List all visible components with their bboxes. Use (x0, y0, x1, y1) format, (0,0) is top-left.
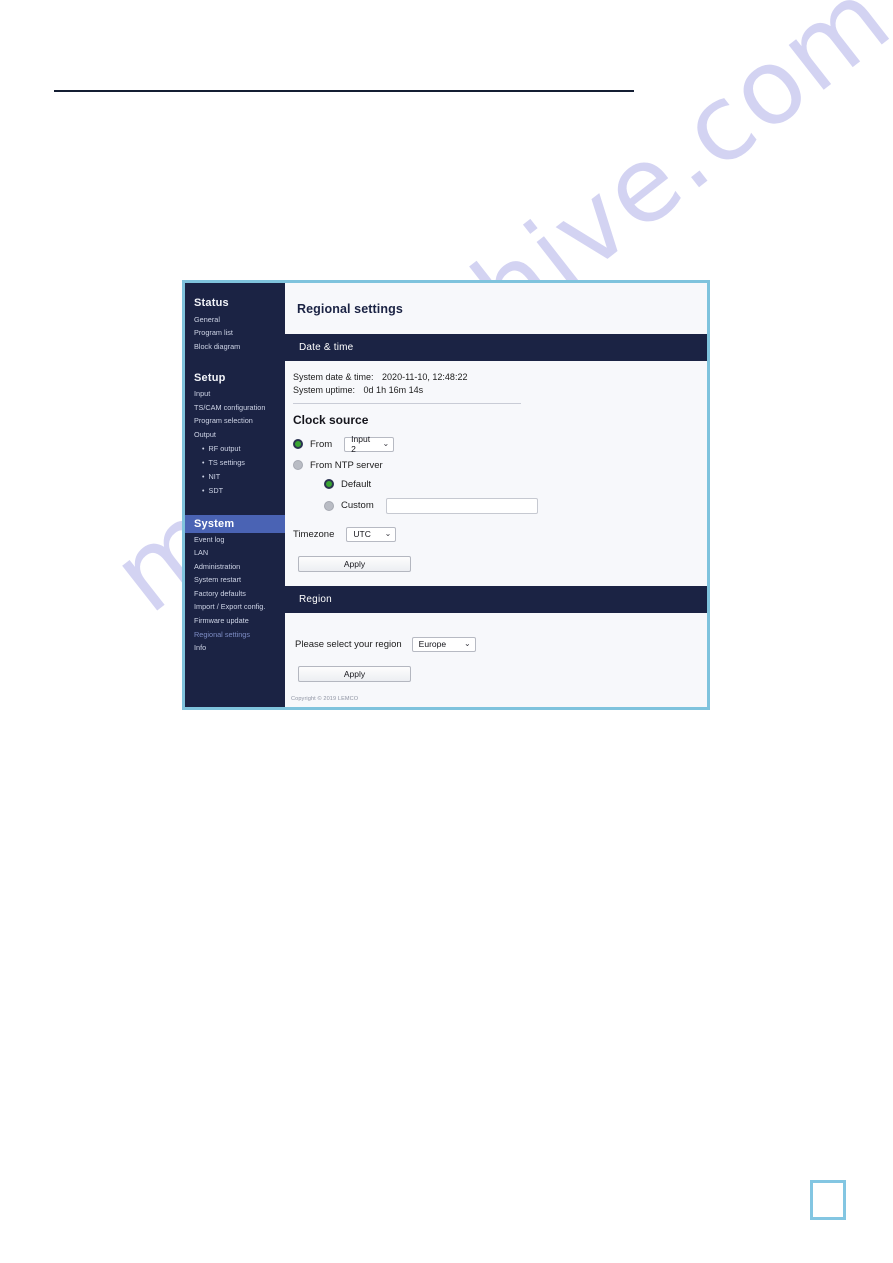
system-datetime-value: 2020-11-10, 12:48:22 (382, 371, 468, 382)
radio-ntp-default-icon[interactable] (324, 479, 334, 490)
clock-source-input-select-value: Input 2 (351, 434, 371, 455)
page-header-rule (54, 90, 634, 92)
sidebar-item-program-list[interactable]: Program list (185, 327, 285, 341)
system-uptime-value: 0d 1h 16m 14s (363, 384, 424, 395)
sidebar-item-ts-settings[interactable]: TS settings (185, 456, 285, 470)
sidebar-item-event-log[interactable]: Event log (185, 533, 285, 547)
radio-from-ntp-label: From NTP server (310, 459, 383, 471)
ntp-custom-row[interactable]: Custom (324, 497, 707, 514)
system-uptime-label: System uptime: (293, 384, 356, 395)
timezone-select-value: UTC (353, 529, 371, 540)
radio-from-icon[interactable] (293, 439, 303, 450)
system-uptime-row: System uptime: 0d 1h 16m 14s (293, 384, 707, 397)
region-label: Please select your region (295, 638, 402, 650)
sidebar-item-regional-settings[interactable]: Regional settings (185, 628, 285, 642)
region-select-row: Please select your region Europe ⌄ (295, 636, 707, 652)
timezone-label: Timezone (293, 528, 335, 540)
region-section-body: Please select your region Europe ⌄ Apply (285, 613, 707, 682)
radio-from-ntp-icon[interactable] (293, 460, 303, 471)
page-title: Regional settings (285, 291, 707, 326)
sidebar-item-firmware-update[interactable]: Firmware update (185, 614, 285, 628)
radio-ntp-default-label: Default (341, 478, 372, 490)
ntp-default-row[interactable]: Default (324, 479, 707, 490)
sidebar-item-system-restart[interactable]: System restart (185, 574, 285, 588)
timezone-select[interactable]: UTC ⌄ (346, 526, 397, 542)
radio-ntp-custom-icon[interactable] (324, 500, 334, 511)
main-content: Regional settings Date & time System dat… (285, 283, 707, 707)
copyright-text: Copyright © 2019 LEMCO (291, 696, 359, 702)
sidebar-item-program-selection[interactable]: Program selection (185, 415, 285, 429)
sidebar-item-output[interactable]: Output (185, 428, 285, 442)
date-time-section-body: System date & time: 2020-11-10, 12:48:22… (285, 361, 707, 572)
radio-from-label: From (310, 438, 333, 450)
section-band-date-time: Date & time (285, 333, 707, 361)
sidebar-item-import-export-config[interactable]: Import / Export config. (185, 601, 285, 615)
clock-source-from-row[interactable]: From Input 2 ⌄ (293, 434, 707, 455)
sidebar-item-ts-cam-configuration[interactable]: TS/CAM configuration (185, 401, 285, 415)
sidebar-heading-setup: Setup (194, 371, 226, 384)
chevron-down-icon: ⌄ (382, 439, 390, 449)
region-select[interactable]: Europe ⌄ (411, 636, 476, 652)
clock-source-title: Clock source (293, 412, 369, 427)
sidebar-item-info[interactable]: Info (185, 642, 285, 656)
device-web-ui-panel: Status General Program list Block diagra… (182, 280, 710, 710)
chevron-down-icon: ⌄ (384, 529, 392, 539)
sidebar-item-general[interactable]: General (185, 313, 285, 327)
clock-source-input-select[interactable]: Input 2 ⌄ (344, 434, 395, 455)
sidebar-item-nit[interactable]: NIT (185, 471, 285, 485)
sidebar-item-sdt[interactable]: SDT (185, 485, 285, 499)
timezone-row: Timezone UTC ⌄ (293, 526, 707, 542)
date-time-apply-button[interactable]: Apply (298, 555, 411, 572)
sidebar-item-input[interactable]: Input (185, 388, 285, 402)
sidebar-heading-status: Status (194, 297, 229, 309)
section-band-region: Region (285, 585, 707, 613)
sidebar-item-rf-output[interactable]: RF output (185, 442, 285, 456)
sidebar-heading-system[interactable]: System (185, 514, 285, 533)
sidebar-item-block-diagram[interactable]: Block diagram (185, 340, 285, 354)
radio-ntp-custom-label: Custom (341, 500, 374, 512)
sidebar-item-factory-defaults[interactable]: Factory defaults (185, 587, 285, 601)
sidebar-item-lan[interactable]: LAN (185, 547, 285, 561)
sidebar: Status General Program list Block diagra… (185, 283, 285, 707)
system-datetime-row: System date & time: 2020-11-10, 12:48:22 (293, 371, 707, 384)
system-datetime-label: System date & time: (293, 371, 374, 382)
sidebar-item-administration[interactable]: Administration (185, 560, 285, 574)
divider (293, 402, 521, 404)
chevron-down-icon: ⌄ (463, 639, 471, 649)
region-apply-button[interactable]: Apply (298, 665, 411, 682)
clock-source-ntp-row[interactable]: From NTP server (293, 460, 707, 471)
region-select-value: Europe (418, 639, 447, 650)
ntp-custom-input[interactable] (385, 497, 538, 514)
page-corner-marker (810, 1180, 846, 1220)
